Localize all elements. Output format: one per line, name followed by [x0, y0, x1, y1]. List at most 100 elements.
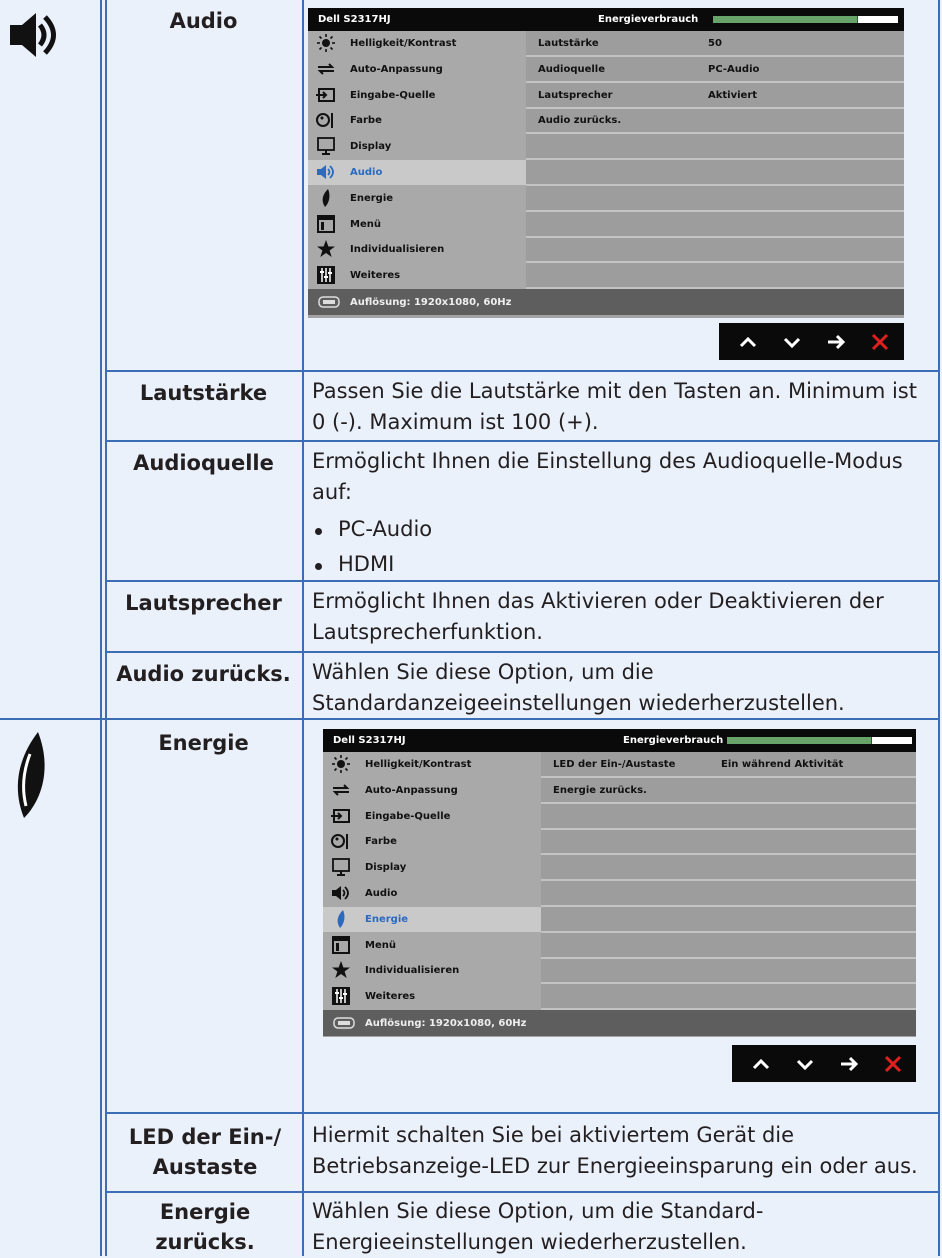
grid-line [105, 370, 940, 372]
osd-menu-item-label: Weiteres [365, 991, 416, 1003]
osd-submenu-row[interactable]: LED der Ein-/Austaste Ein während Aktivit… [541, 752, 916, 778]
item-label: Audio zurücks. [116, 662, 291, 686]
osd-submenu-row[interactable]: Audio zurücks. [526, 108, 904, 135]
osd-resolution: Auflösung: 1920x1080, 60Hz [350, 297, 512, 308]
color-icon [331, 834, 348, 850]
osd-setting-name: Lautsprecher [538, 89, 613, 101]
osd-menu-item[interactable]: Menü [323, 933, 541, 958]
osd-menu-item[interactable]: Eingabe-Quelle [323, 804, 541, 829]
osd-menu-item-label: Eingabe-Quelle [350, 89, 436, 101]
right-arrow-icon[interactable] [836, 1051, 862, 1077]
osd-menu-item-label: Farbe [365, 836, 397, 848]
osd-menu-item[interactable]: Eingabe-Quelle [308, 83, 526, 108]
osd-menu-item[interactable]: Farbe [308, 108, 526, 133]
osd-menu-item-label: Energie [350, 192, 394, 204]
osd-menu-item[interactable]: Audio [308, 160, 526, 185]
osd-menu-item[interactable]: Weiteres [308, 263, 526, 288]
display-icon [317, 137, 335, 156]
osd-menu-item-label: Individualisieren [350, 244, 445, 256]
down-arrow-icon[interactable] [779, 329, 805, 355]
menu-icon [332, 935, 350, 954]
down-arrow-icon[interactable] [792, 1051, 818, 1077]
osd-menu-item-label: Auto-Anpassung [350, 63, 443, 75]
osd-menu-item-label: Individualisieren [365, 965, 460, 977]
osd-menu-item[interactable]: Display [323, 855, 541, 880]
osd-submenu-row[interactable]: Audioquelle PC-Audio [526, 57, 904, 83]
osd-menu-item-label: Display [365, 862, 407, 874]
osd-menu-item[interactable]: Helligkeit/Kontrast [323, 752, 541, 777]
sun-icon [332, 755, 350, 773]
osd-menu-item[interactable]: Auto-Anpassung [323, 778, 541, 803]
osd-submenu-row [541, 881, 916, 907]
osd-menu-item[interactable]: Auto-Anpassung [308, 57, 526, 82]
osd-menu-item[interactable]: Helligkeit/Kontrast [308, 31, 526, 56]
item-label: LED der Ein-/ Austaste [128, 1125, 282, 1179]
osd-menu-item-label: Audio [350, 167, 383, 178]
energy-leaf-icon [322, 188, 330, 207]
osd-submenu: Lautstärke 50 Audioquelle PC-Audio Lautsprec… [526, 31, 904, 290]
grid-line [105, 580, 940, 582]
osd-submenu: LED der Ein-/Austaste Ein während Aktivit… [541, 752, 916, 1011]
osd-submenu-row [541, 958, 916, 985]
osd-submenu-row [541, 933, 916, 959]
close-icon[interactable] [880, 1051, 906, 1077]
osd-submenu-row [541, 804, 916, 830]
osd-submenu-row [526, 263, 904, 290]
osd-energie: Dell S2317HJ Energieverbrauch Helligkeit… [323, 729, 916, 1037]
up-arrow-icon[interactable] [748, 1051, 774, 1077]
manual-page: Audio Energie Dell S2317HJ Energieverbra… [0, 0, 942, 1256]
speaker-icon [10, 13, 56, 57]
up-arrow-icon[interactable] [735, 329, 761, 355]
section-title-energie: Energie [158, 731, 249, 755]
osd-menu-item[interactable]: Individualisieren [323, 958, 541, 983]
osd-submenu-row [541, 907, 916, 933]
item-description: Ermöglicht Ihnen die Einstellung des Aud… [312, 446, 934, 580]
star-icon [317, 240, 335, 258]
osd-model: Dell S2317HJ [333, 735, 406, 746]
osd-menu-item-label: Helligkeit/Kontrast [350, 38, 457, 49]
osd-setting-value: Aktiviert [708, 89, 758, 101]
osd-submenu-row[interactable]: Energie zurücks. [541, 778, 916, 804]
osd-menu: Helligkeit/Kontrast Auto-Anpassung Eingabe… [308, 31, 526, 289]
star-icon [332, 961, 350, 979]
energy-meter [713, 16, 898, 23]
energy-meter-end [872, 737, 912, 744]
osd-title-bar: Dell S2317HJ Energieverbrauch [308, 8, 904, 31]
osd-title-bar: Dell S2317HJ Energieverbrauch [323, 729, 916, 752]
display-icon [332, 858, 350, 877]
osd-menu-item[interactable]: Menü [308, 212, 526, 237]
osd-model: Dell S2317HJ [318, 14, 391, 25]
osd-menu-item-label: Display [350, 141, 392, 153]
energy-leaf-icon [17, 732, 45, 818]
item-label: Lautstärke [139, 381, 268, 405]
item-description: Wählen Sie diese Option, um die Standard… [312, 660, 845, 715]
item-label: Energie zurücks. [155, 1200, 255, 1254]
osd-submenu-row[interactable]: Lautstärke 50 [526, 31, 904, 57]
osd-nav-buttons [732, 1045, 916, 1082]
osd-menu-item-label: Weiteres [350, 270, 401, 282]
osd-menu-item[interactable]: Energie [323, 906, 541, 932]
osd-menu-item[interactable]: Energie [308, 186, 526, 211]
osd-submenu-row [541, 829, 916, 856]
osd-footer: Auflösung: 1920x1080, 60Hz [308, 289, 904, 315]
osd-setting-name: Audioquelle [538, 63, 606, 75]
grid-line [302, 0, 304, 1256]
close-icon[interactable] [867, 329, 893, 355]
item-description: Ermöglicht Ihnen das Aktivieren oder Dea… [312, 589, 884, 644]
osd-setting-name: Audio zurücks. [538, 115, 622, 127]
osd-energy-label: Energieverbrauch [623, 735, 724, 746]
input-source-icon [316, 87, 335, 102]
right-arrow-icon[interactable] [823, 329, 849, 355]
osd-submenu-row[interactable]: Lautsprecher Aktiviert [526, 83, 904, 109]
osd-menu-item[interactable]: Weiteres [323, 984, 541, 1009]
osd-menu-item[interactable]: Display [308, 134, 526, 159]
item-label: Audioquelle [133, 451, 274, 475]
osd-setting-value: Ein während Aktivität [721, 759, 844, 770]
osd-menu-item[interactable]: Audio [323, 881, 541, 906]
bullet-item: HDMI [312, 549, 934, 580]
osd-menu-item-label: Audio [365, 888, 398, 899]
color-icon [316, 113, 333, 129]
osd-menu-item[interactable]: Individualisieren [308, 237, 526, 262]
item-description: Passen Sie die Lautstärke mit den Tasten… [312, 379, 917, 434]
osd-menu-item[interactable]: Farbe [323, 829, 541, 854]
